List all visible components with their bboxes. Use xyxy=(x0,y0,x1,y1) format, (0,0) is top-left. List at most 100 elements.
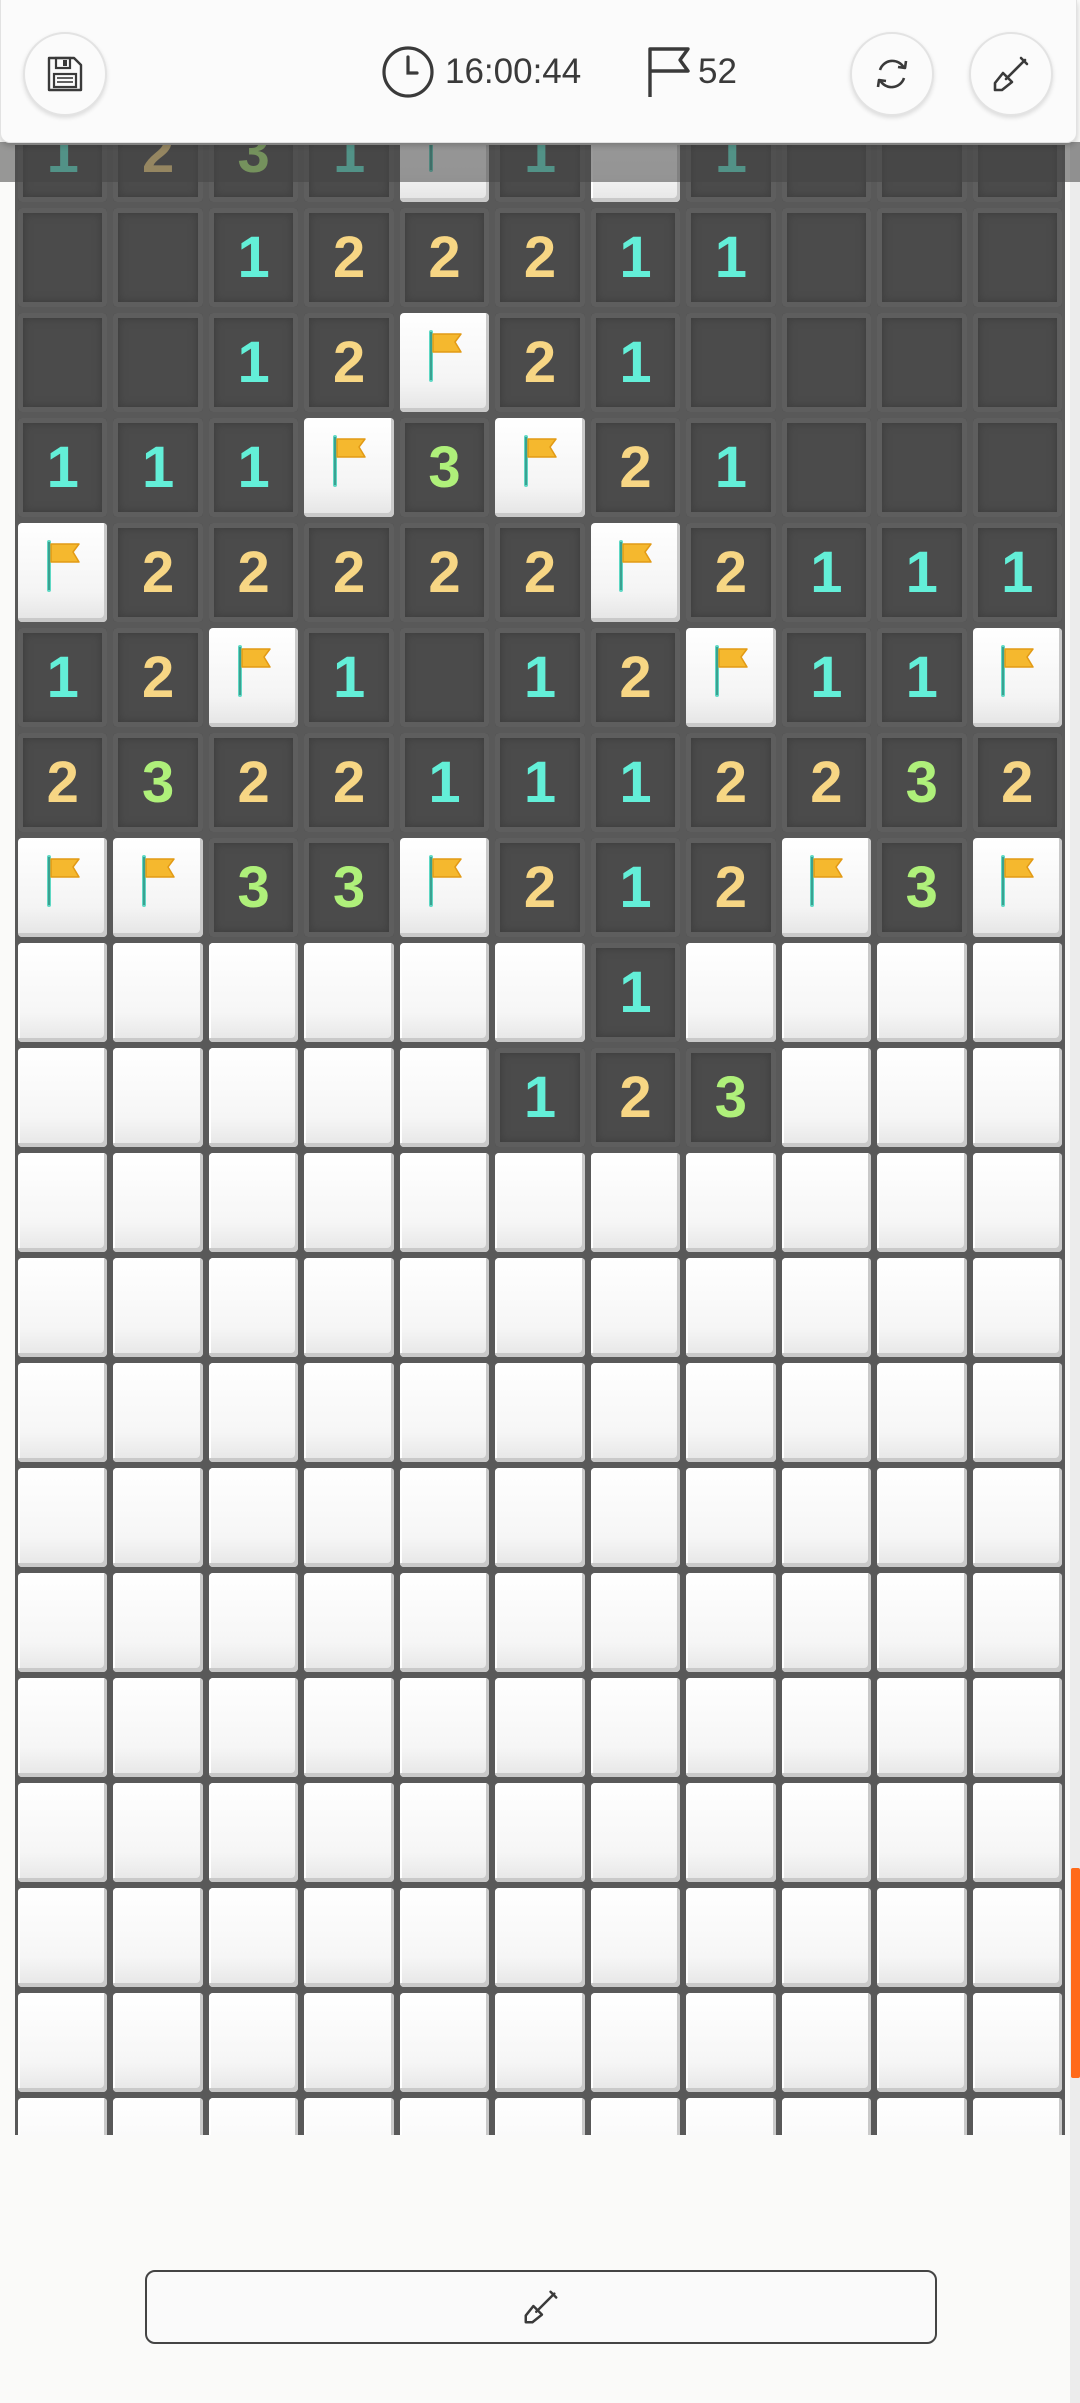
covered-cell[interactable] xyxy=(399,1993,490,2092)
covered-cell[interactable] xyxy=(686,943,776,1042)
revealed-number-cell[interactable]: 2 xyxy=(304,733,394,832)
covered-cell[interactable] xyxy=(208,1993,299,2092)
covered-cell[interactable] xyxy=(590,1783,681,1882)
covered-cell[interactable] xyxy=(877,2098,967,2135)
covered-cell[interactable] xyxy=(972,1888,1062,1987)
covered-cell[interactable] xyxy=(18,1363,108,1462)
covered-cell[interactable] xyxy=(781,1153,872,1252)
revealed-number-cell[interactable]: 1 xyxy=(781,523,872,622)
revealed-number-cell[interactable]: 3 xyxy=(877,733,967,832)
flagged-cell[interactable] xyxy=(399,145,490,202)
covered-cell[interactable] xyxy=(686,1888,776,1987)
covered-cell[interactable] xyxy=(304,1468,394,1567)
covered-cell[interactable] xyxy=(686,2098,776,2135)
covered-cell[interactable] xyxy=(208,1048,299,1147)
covered-cell[interactable] xyxy=(590,1888,681,1987)
revealed-empty-cell[interactable] xyxy=(781,313,872,412)
revealed-number-cell[interactable]: 3 xyxy=(686,1048,776,1147)
covered-cell[interactable] xyxy=(304,1993,394,2092)
covered-cell[interactable] xyxy=(495,1153,585,1252)
covered-cell[interactable] xyxy=(304,1573,394,1672)
covered-cell[interactable] xyxy=(113,1888,203,1987)
revealed-number-cell[interactable]: 1 xyxy=(495,145,585,202)
revealed-number-cell[interactable]: 2 xyxy=(18,733,108,832)
revealed-empty-cell[interactable] xyxy=(113,208,203,307)
covered-cell[interactable] xyxy=(877,1783,967,1882)
covered-cell[interactable] xyxy=(113,943,203,1042)
covered-cell[interactable] xyxy=(686,1363,776,1462)
covered-cell[interactable] xyxy=(686,1153,776,1252)
covered-cell[interactable] xyxy=(113,1048,203,1147)
covered-cell[interactable] xyxy=(877,1573,967,1672)
covered-cell[interactable] xyxy=(781,1888,872,1987)
revealed-empty-cell[interactable] xyxy=(781,208,872,307)
covered-cell[interactable] xyxy=(877,1048,967,1147)
revealed-empty-cell[interactable] xyxy=(399,628,490,727)
revealed-empty-cell[interactable] xyxy=(972,208,1062,307)
revealed-number-cell[interactable]: 2 xyxy=(113,145,203,202)
revealed-number-cell[interactable]: 2 xyxy=(208,733,299,832)
covered-cell[interactable] xyxy=(877,1468,967,1567)
revealed-number-cell[interactable]: 1 xyxy=(208,418,299,517)
covered-cell[interactable] xyxy=(972,1468,1062,1567)
flagged-cell[interactable] xyxy=(590,523,681,622)
covered-cell[interactable] xyxy=(877,1888,967,1987)
covered-cell[interactable] xyxy=(972,1678,1062,1777)
covered-cell[interactable] xyxy=(304,1048,394,1147)
flagged-cell[interactable] xyxy=(18,523,108,622)
covered-cell[interactable] xyxy=(495,1468,585,1567)
covered-cell[interactable] xyxy=(399,1573,490,1672)
covered-cell[interactable] xyxy=(304,2098,394,2135)
covered-cell[interactable] xyxy=(18,1153,108,1252)
covered-cell[interactable] xyxy=(399,1363,490,1462)
revealed-number-cell[interactable]: 1 xyxy=(686,145,776,202)
covered-cell[interactable] xyxy=(18,1258,108,1357)
covered-cell[interactable] xyxy=(399,1258,490,1357)
save-button[interactable] xyxy=(23,32,107,116)
revealed-number-cell[interactable]: 1 xyxy=(877,523,967,622)
covered-cell[interactable] xyxy=(877,1153,967,1252)
revealed-number-cell[interactable]: 1 xyxy=(590,313,681,412)
covered-cell[interactable] xyxy=(304,1363,394,1462)
covered-cell[interactable] xyxy=(495,1258,585,1357)
covered-cell[interactable] xyxy=(590,1993,681,2092)
covered-cell[interactable] xyxy=(781,1363,872,1462)
covered-cell[interactable] xyxy=(781,1468,872,1567)
covered-cell[interactable] xyxy=(495,1678,585,1777)
covered-cell[interactable] xyxy=(399,1468,490,1567)
covered-cell[interactable] xyxy=(399,1783,490,1882)
covered-cell[interactable] xyxy=(686,1258,776,1357)
revealed-empty-cell[interactable] xyxy=(781,145,872,202)
revealed-empty-cell[interactable] xyxy=(877,313,967,412)
flagged-cell[interactable] xyxy=(972,838,1062,937)
revealed-number-cell[interactable]: 2 xyxy=(686,523,776,622)
covered-cell[interactable] xyxy=(208,2098,299,2135)
covered-cell[interactable] xyxy=(495,1783,585,1882)
covered-cell[interactable] xyxy=(208,1573,299,1672)
revealed-number-cell[interactable]: 1 xyxy=(590,943,681,1042)
covered-cell[interactable] xyxy=(972,1048,1062,1147)
covered-cell[interactable] xyxy=(877,1678,967,1777)
dig-mode-button[interactable] xyxy=(145,2270,937,2344)
covered-cell[interactable] xyxy=(18,1678,108,1777)
revealed-number-cell[interactable]: 1 xyxy=(495,733,585,832)
covered-cell[interactable] xyxy=(590,1363,681,1462)
covered-cell[interactable] xyxy=(304,1783,394,1882)
covered-cell[interactable] xyxy=(18,1783,108,1882)
covered-cell[interactable] xyxy=(781,2098,872,2135)
covered-cell[interactable] xyxy=(304,1153,394,1252)
revealed-number-cell[interactable]: 1 xyxy=(495,628,585,727)
flagged-cell[interactable] xyxy=(208,628,299,727)
revealed-number-cell[interactable]: 2 xyxy=(686,733,776,832)
revealed-number-cell[interactable]: 1 xyxy=(590,733,681,832)
covered-cell[interactable] xyxy=(113,1783,203,1882)
covered-cell[interactable] xyxy=(590,1153,681,1252)
covered-cell[interactable] xyxy=(113,1468,203,1567)
covered-cell[interactable] xyxy=(972,943,1062,1042)
revealed-number-cell[interactable]: 1 xyxy=(972,523,1062,622)
revealed-number-cell[interactable]: 1 xyxy=(113,418,203,517)
revealed-number-cell[interactable]: 2 xyxy=(495,313,585,412)
revealed-empty-cell[interactable] xyxy=(972,418,1062,517)
covered-cell[interactable] xyxy=(686,1678,776,1777)
flagged-cell[interactable] xyxy=(495,418,585,517)
